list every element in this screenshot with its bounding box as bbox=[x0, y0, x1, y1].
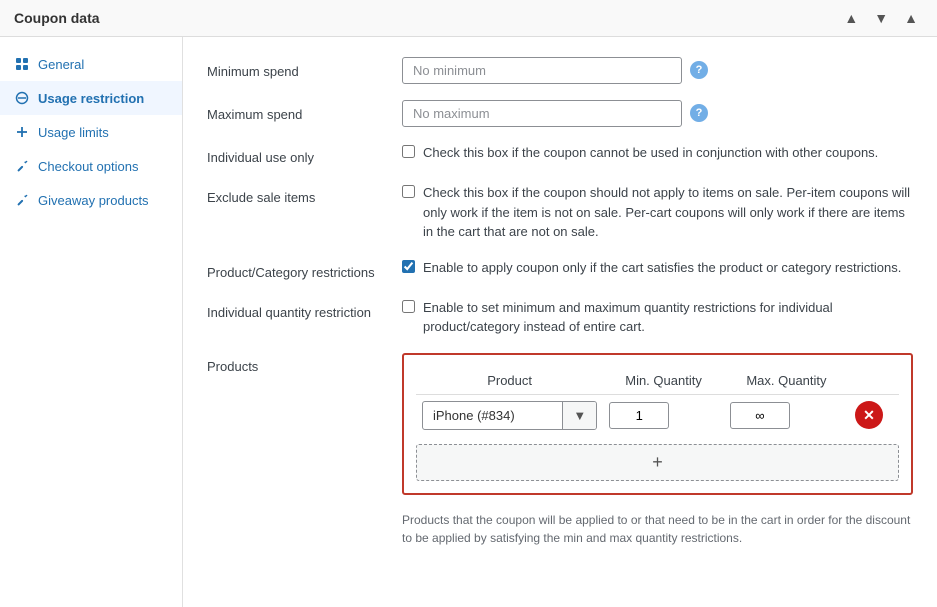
collapse-up-button[interactable]: ▲ bbox=[839, 8, 863, 28]
products-label: Products bbox=[207, 353, 402, 374]
product-col-header: Product bbox=[416, 367, 603, 395]
individual-quantity-restriction-control: Enable to set minimum and maximum quanti… bbox=[402, 298, 913, 337]
min-qty-cell bbox=[603, 394, 724, 436]
collapse-down-button[interactable]: ▼ bbox=[869, 8, 893, 28]
minimum-spend-input[interactable] bbox=[402, 57, 682, 84]
actions-col-header bbox=[849, 367, 899, 395]
individual-quantity-restriction-row: Individual quantity restriction Enable t… bbox=[207, 298, 913, 337]
plus-icon bbox=[14, 124, 30, 140]
sidebar-label-checkout-options: Checkout options bbox=[38, 159, 138, 174]
products-table: Product Min. Quantity Max. Quantity bbox=[416, 367, 899, 436]
max-quantity-input[interactable] bbox=[730, 402, 790, 429]
main-content: General Usage restriction bbox=[0, 37, 937, 607]
title-bar-controls: ▲ ▼ ▲ bbox=[839, 8, 923, 28]
individual-use-only-label: Individual use only bbox=[207, 143, 402, 167]
sidebar-label-usage-restriction: Usage restriction bbox=[38, 91, 144, 106]
exclude-sale-items-row: Exclude sale items Check this box if the… bbox=[207, 183, 913, 242]
sidebar-label-giveaway-products: Giveaway products bbox=[38, 193, 149, 208]
maximum-spend-input[interactable] bbox=[402, 100, 682, 127]
individual-use-only-control: Check this box if the coupon cannot be u… bbox=[402, 143, 913, 163]
individual-use-only-checkbox-label: Check this box if the coupon cannot be u… bbox=[423, 143, 878, 163]
maximum-spend-control: ? bbox=[402, 100, 913, 127]
product-select-wrapper: iPhone (#834) ▼ bbox=[422, 401, 597, 430]
individual-use-only-row: Individual use only Check this box if th… bbox=[207, 143, 913, 167]
product-cell: iPhone (#834) ▼ bbox=[416, 394, 603, 436]
products-table-body: iPhone (#834) ▼ bbox=[416, 394, 899, 436]
sidebar-item-usage-restriction[interactable]: Usage restriction bbox=[0, 81, 182, 115]
window-title: Coupon data bbox=[14, 10, 100, 26]
product-category-restrictions-row: Product/Category restrictions Enable to … bbox=[207, 258, 913, 282]
expand-button[interactable]: ▲ bbox=[899, 8, 923, 28]
table-row: iPhone (#834) ▼ bbox=[416, 394, 899, 436]
sidebar-item-general[interactable]: General bbox=[0, 47, 182, 81]
remove-cell: ✕ bbox=[849, 394, 899, 436]
product-category-restrictions-checkbox-row: Enable to apply coupon only if the cart … bbox=[402, 258, 901, 278]
maximum-spend-row: Maximum spend ? bbox=[207, 100, 913, 127]
products-table-header-row: Product Min. Quantity Max. Quantity bbox=[416, 367, 899, 395]
title-bar: Coupon data ▲ ▼ ▲ bbox=[0, 0, 937, 37]
product-category-restrictions-checkbox[interactable] bbox=[402, 260, 415, 273]
maximum-spend-help-icon[interactable]: ? bbox=[690, 104, 708, 122]
sidebar-item-checkout-options[interactable]: Checkout options bbox=[0, 149, 182, 183]
minimum-spend-label: Minimum spend bbox=[207, 57, 402, 81]
individual-quantity-restriction-checkbox-label: Enable to set minimum and maximum quanti… bbox=[423, 298, 913, 337]
products-row: Products Product Min. Quantity Max. Quan… bbox=[207, 353, 913, 547]
minimum-spend-help-icon[interactable]: ? bbox=[690, 61, 708, 79]
products-section: Product Min. Quantity Max. Quantity bbox=[402, 353, 913, 495]
individual-use-only-checkbox[interactable] bbox=[402, 145, 415, 158]
select-chevron-icon[interactable]: ▼ bbox=[562, 402, 596, 429]
sidebar-item-giveaway-products[interactable]: Giveaway products bbox=[0, 183, 182, 217]
sidebar: General Usage restriction bbox=[0, 37, 183, 607]
close-icon: ✕ bbox=[863, 407, 875, 424]
exclude-sale-items-label: Exclude sale items bbox=[207, 183, 402, 207]
product-select[interactable]: iPhone (#834) bbox=[423, 402, 562, 429]
products-table-header: Product Min. Quantity Max. Quantity bbox=[416, 367, 899, 395]
individual-quantity-restriction-label: Individual quantity restriction bbox=[207, 298, 402, 322]
sidebar-item-usage-limits[interactable]: Usage limits bbox=[0, 115, 182, 149]
exclude-sale-items-control: Check this box if the coupon should not … bbox=[402, 183, 913, 242]
individual-use-only-checkbox-row: Check this box if the coupon cannot be u… bbox=[402, 143, 878, 163]
product-category-restrictions-label: Product/Category restrictions bbox=[207, 258, 402, 282]
minimum-spend-control: ? bbox=[402, 57, 913, 84]
remove-row-button[interactable]: ✕ bbox=[855, 401, 883, 429]
sidebar-label-general: General bbox=[38, 57, 84, 72]
product-category-restrictions-checkbox-label: Enable to apply coupon only if the cart … bbox=[423, 258, 901, 278]
app-container: Coupon data ▲ ▼ ▲ General bbox=[0, 0, 937, 607]
wrench-icon bbox=[14, 158, 30, 174]
minimum-spend-row: Minimum spend ? bbox=[207, 57, 913, 84]
plus-icon: + bbox=[652, 452, 663, 472]
individual-quantity-restriction-checkbox-row: Enable to set minimum and maximum quanti… bbox=[402, 298, 913, 337]
wrench2-icon bbox=[14, 192, 30, 208]
exclude-sale-items-checkbox-row: Check this box if the coupon should not … bbox=[402, 183, 913, 242]
min-quantity-input[interactable] bbox=[609, 402, 669, 429]
grid-icon bbox=[14, 56, 30, 72]
content-area: Minimum spend ? Maximum spend ? Individu… bbox=[183, 37, 937, 607]
products-content: Product Min. Quantity Max. Quantity bbox=[402, 353, 913, 547]
sidebar-label-usage-limits: Usage limits bbox=[38, 125, 109, 140]
product-category-restrictions-control: Enable to apply coupon only if the cart … bbox=[402, 258, 913, 278]
exclude-sale-items-checkbox[interactable] bbox=[402, 185, 415, 198]
maximum-spend-label: Maximum spend bbox=[207, 100, 402, 124]
add-product-row-button[interactable]: + bbox=[416, 444, 899, 481]
max-qty-col-header: Max. Quantity bbox=[724, 367, 849, 395]
exclude-sale-items-checkbox-label: Check this box if the coupon should not … bbox=[423, 183, 913, 242]
max-qty-cell bbox=[724, 394, 849, 436]
individual-quantity-restriction-checkbox[interactable] bbox=[402, 300, 415, 313]
products-field-description: Products that the coupon will be applied… bbox=[402, 511, 913, 547]
min-qty-col-header: Min. Quantity bbox=[603, 367, 724, 395]
block-icon bbox=[14, 90, 30, 106]
